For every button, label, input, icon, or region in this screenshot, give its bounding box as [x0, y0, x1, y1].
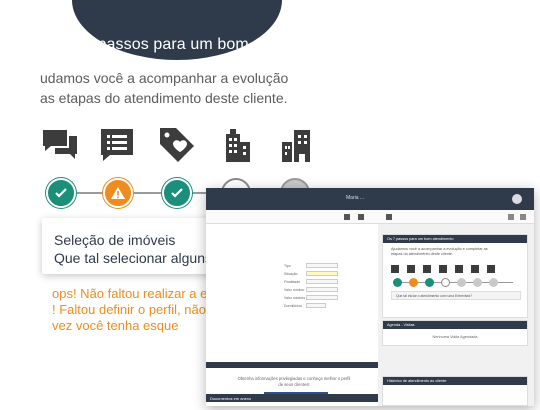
subtitle-line-2: as etapas do atendimento deste cliente.	[40, 90, 288, 106]
app-user-name: Maria ...	[346, 195, 365, 201]
gavel-icon	[471, 265, 479, 273]
agenda-panel: Agenda - Visitas Nenhuma Visita Agendada	[382, 320, 528, 346]
prev-icon[interactable]	[508, 214, 514, 220]
mini-step-marker[interactable]	[441, 278, 450, 287]
tooltip-title: Seleção de imóveis	[54, 232, 176, 248]
progress-hint: Que tal iniciar o atendimento com uma En…	[391, 291, 521, 300]
check-icon	[171, 188, 183, 198]
mini-step-marker[interactable]	[409, 278, 418, 287]
form-field[interactable]	[306, 279, 338, 284]
mini-step-marker[interactable]	[393, 278, 402, 287]
app-toolbar	[206, 210, 534, 224]
mini-step-marker[interactable]	[489, 278, 498, 287]
form-field[interactable]	[306, 295, 338, 300]
form-label: Dormitórios	[284, 304, 302, 308]
step-1-done-marker[interactable]	[46, 178, 76, 208]
form-field[interactable]	[306, 263, 338, 268]
form-label: Valor máximo	[284, 296, 306, 300]
user-avatar-icon[interactable]	[512, 194, 522, 204]
history-panel: Histórico de atendimento ao cliente	[382, 376, 528, 406]
buildings-icon	[455, 265, 463, 273]
agenda-title: Agenda - Visitas	[383, 321, 527, 329]
agenda-text: Nenhuma Visita Agendada	[432, 335, 478, 339]
client-form-panel: Tipo Situação Finalidade Valor mínimo Va…	[206, 224, 378, 406]
form-label: Situação	[284, 272, 298, 276]
trash-icon[interactable]	[386, 214, 392, 220]
history-title: Histórico de atendimento ao cliente	[383, 377, 527, 385]
form-field[interactable]	[306, 303, 326, 308]
next-icon[interactable]	[520, 214, 526, 220]
subtitle-line-1: udamos você a acompanhar a evolução	[40, 70, 289, 86]
app-preview-screenshot: Maria ... Tipo Situação Finalidade Valor…	[206, 188, 534, 406]
documents-panel-header[interactable]: Documentos em anexo	[206, 394, 378, 402]
form-label: Tipo	[284, 264, 291, 268]
list-icon	[407, 265, 415, 273]
step-2-warning-marker[interactable]	[103, 178, 133, 208]
page-title: 7 passos para um bom a	[84, 36, 263, 53]
mini-step-marker[interactable]	[457, 278, 466, 287]
list-icon	[98, 126, 136, 164]
tag-heart-icon	[423, 265, 431, 273]
print-icon[interactable]	[358, 214, 364, 220]
save-icon[interactable]	[344, 214, 350, 220]
check-icon	[55, 188, 67, 198]
tag-heart-icon	[158, 126, 196, 164]
facebook-text: Obtenha informações privilegiadas e conh…	[237, 376, 351, 387]
warning-icon	[111, 187, 125, 199]
app-sidebar: Os 7 passos para um bom atendimento Ajud…	[382, 224, 532, 406]
step-3-done-marker[interactable]	[162, 178, 192, 208]
buildings-icon	[278, 126, 316, 164]
form-label: Finalidade	[284, 280, 301, 284]
page-subtitle: udamos você a acompanhar a evolução as e…	[40, 68, 330, 108]
mini-step-marker[interactable]	[425, 278, 434, 287]
building-icon	[218, 126, 256, 164]
form-field[interactable]	[306, 271, 338, 276]
mini-step-marker[interactable]	[473, 278, 482, 287]
form-label: Valor mínimo	[284, 288, 305, 292]
mini-step-icons	[391, 265, 495, 273]
form-field[interactable]	[306, 287, 338, 292]
progress-panel-title: Os 7 passos para um bom atendimento	[383, 235, 527, 243]
progress-panel-text: Ajudamos você a acompanhar a evolução e …	[391, 247, 488, 256]
door-icon	[487, 265, 495, 273]
chat-icon	[391, 265, 399, 273]
building-icon	[439, 265, 447, 273]
chat-icon	[41, 126, 79, 164]
progress-panel: Os 7 passos para um bom atendimento Ajud…	[382, 234, 528, 318]
app-topbar: Maria ...	[206, 188, 534, 210]
